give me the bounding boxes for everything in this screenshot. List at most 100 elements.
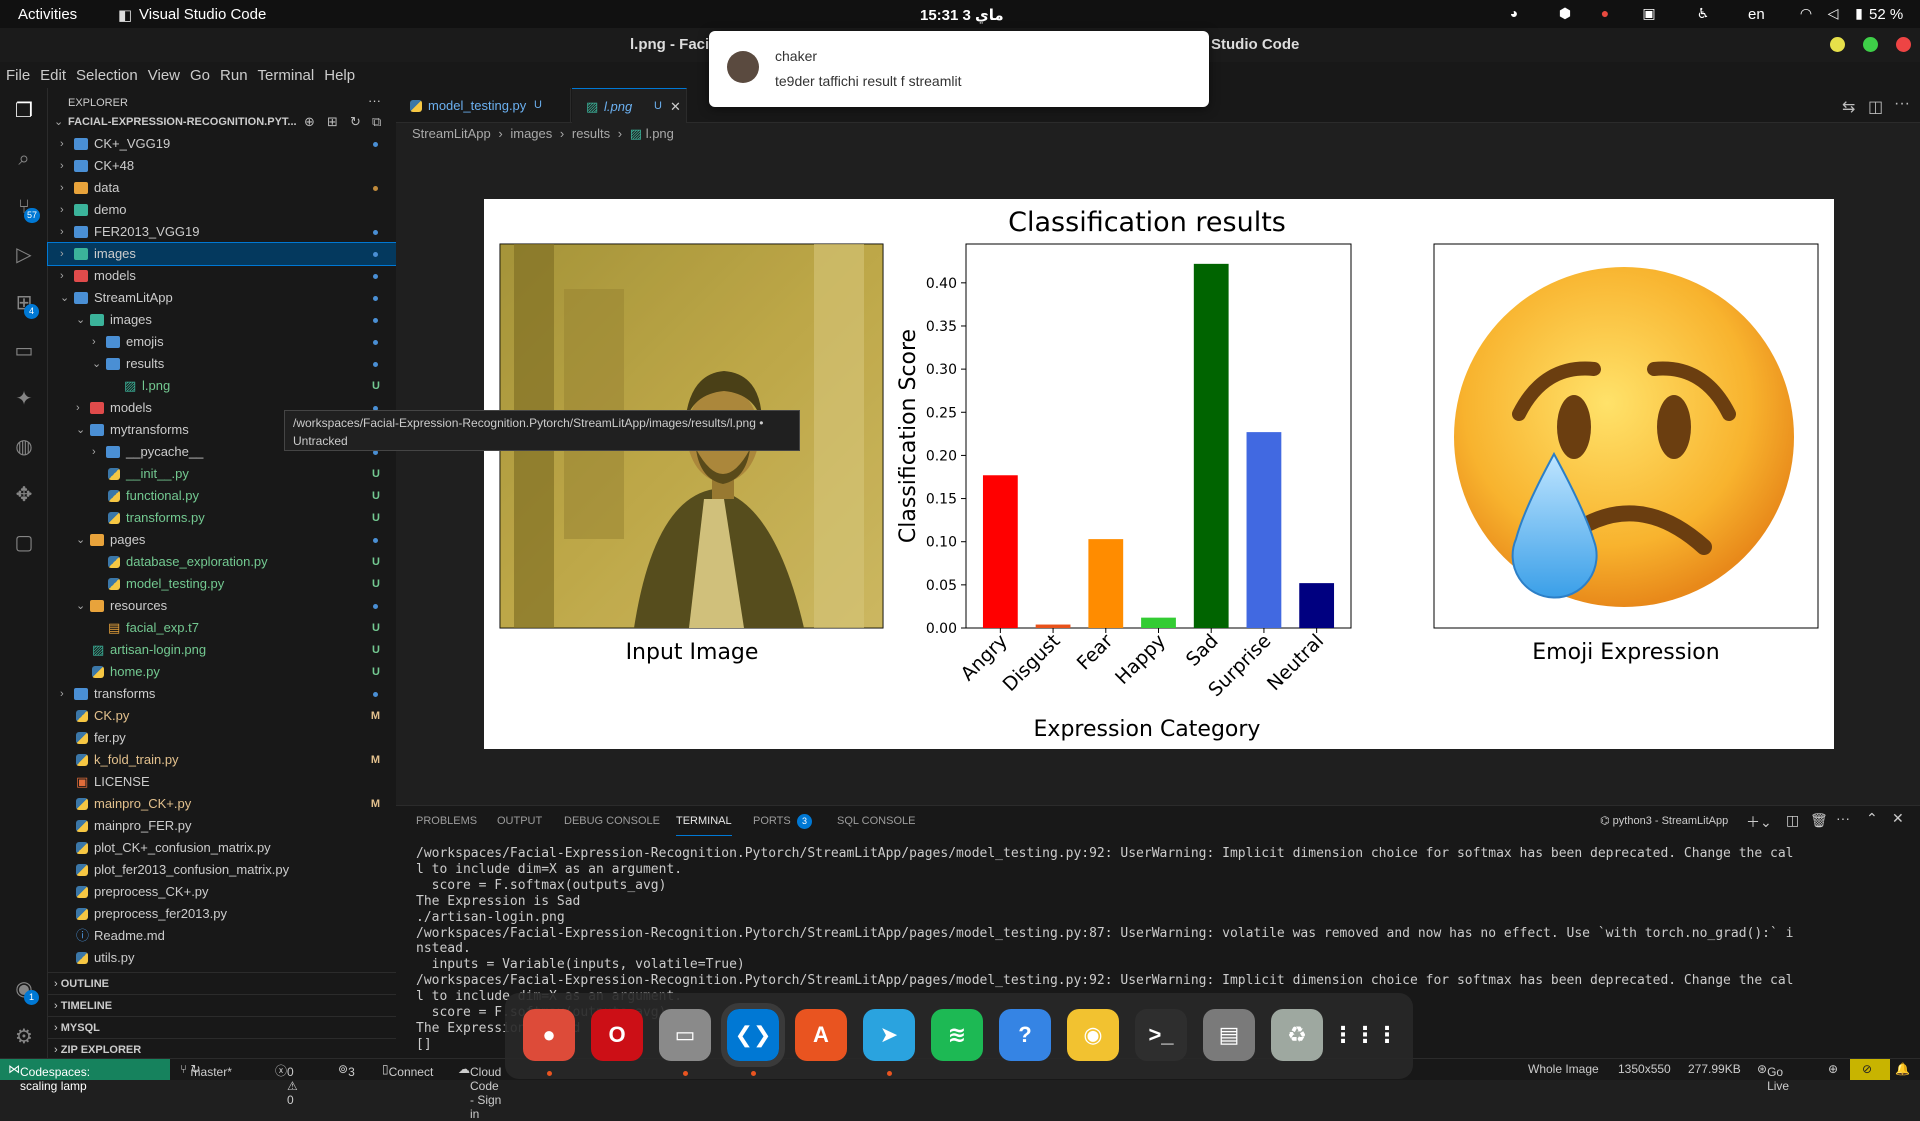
tree-item[interactable]: ⌄ pages	[48, 529, 396, 551]
keyboard-layout[interactable]: en	[1748, 6, 1765, 23]
telegram-icon[interactable]: ➤	[863, 1009, 915, 1061]
zoom-mode[interactable]: Whole Image	[1528, 1062, 1599, 1076]
tree-item[interactable]: ▣ LICENSE	[48, 771, 396, 793]
remote-explorer-icon[interactable]: ▭	[12, 339, 36, 363]
menu-edit[interactable]: Edit	[34, 62, 70, 84]
tab-problems[interactable]: PROBLEMS	[416, 806, 477, 836]
disks-icon[interactable]: ▤	[1203, 1009, 1255, 1061]
menu-go[interactable]: Go	[184, 62, 214, 84]
cloud-code-indicator[interactable]: ☁ Cloud Code - Sign in	[458, 1062, 501, 1121]
breadcrumb-item[interactable]: images	[510, 126, 552, 141]
panel-more-icon[interactable]: ···	[1836, 810, 1850, 826]
menu-selection[interactable]: Selection	[70, 62, 142, 84]
tree-item[interactable]: plot_fer2013_confusion_matrix.py	[48, 859, 396, 881]
show-apps-icon[interactable]: ⋮⋮⋮	[1332, 1009, 1398, 1061]
explorer-more-icon[interactable]: ···	[368, 93, 381, 108]
split-terminal-icon[interactable]: ◫	[1786, 812, 1799, 829]
tray-icon-2[interactable]: ⬢	[1556, 4, 1574, 22]
tree-item[interactable]: transforms.py U	[48, 507, 396, 529]
remote-indicator[interactable]: ⋈ Codespaces: scaling lamp	[8, 1062, 90, 1093]
ports-indicator[interactable]: ⊚ 3	[338, 1062, 355, 1079]
tray-icon-1[interactable]: ◕	[1505, 4, 1523, 22]
menu-file[interactable]: File	[0, 62, 34, 84]
tab-terminal[interactable]: TERMINAL	[676, 806, 732, 836]
settings-gear-icon[interactable]: ⚙	[12, 1025, 36, 1049]
explorer-icon[interactable]: ❐	[12, 99, 36, 123]
split-editor-icon[interactable]: ◫	[1868, 97, 1883, 117]
branch-indicator[interactable]: ⑂ master* ↻	[180, 1062, 232, 1079]
tree-item[interactable]: database_exploration.py U	[48, 551, 396, 573]
tree-item[interactable]: ⓘ Readme.md	[48, 925, 396, 947]
tree-item[interactable]: ▨ artisan-login.png U	[48, 639, 396, 661]
wifi-icon[interactable]: ◠	[1797, 4, 1815, 22]
battery-icon[interactable]: ▮	[1850, 4, 1868, 22]
chat-notification[interactable]: chaker te9der taffichi result f streamli…	[709, 31, 1209, 107]
files-icon[interactable]: ▭	[659, 1009, 711, 1061]
terminal-icon[interactable]: >_	[1135, 1009, 1187, 1061]
new-terminal-icon[interactable]: ＋⌄	[1746, 812, 1772, 832]
trash-icon[interactable]: ♻	[1271, 1009, 1323, 1061]
breadcrumb-item[interactable]: results	[572, 126, 610, 141]
chrome-icon[interactable]: ●	[523, 1009, 575, 1061]
tree-item[interactable]: ⌄ results	[48, 353, 396, 375]
tree-item[interactable]: plot_CK+_confusion_matrix.py	[48, 837, 396, 859]
run-debug-icon[interactable]: ▷	[12, 243, 36, 267]
clock[interactable]: 15:31 3 ماي	[920, 6, 1004, 24]
tab-sql-console[interactable]: SQL CONSOLE	[837, 806, 915, 836]
tree-item[interactable]: ⌄ StreamLitApp	[48, 287, 396, 309]
rhythmbox-icon[interactable]: ◉	[1067, 1009, 1119, 1061]
go-live-button[interactable]: ⊛ Go Live	[1757, 1062, 1789, 1093]
tree-item[interactable]: mainpro_CK+.py M	[48, 793, 396, 815]
copilot-status-icon[interactable]: ⊕	[1828, 1062, 1838, 1076]
breadcrumb-item[interactable]: StreamLitApp	[412, 126, 491, 141]
terminal-instance[interactable]: ⌬ python3 - StreamLitApp	[1600, 806, 1728, 836]
tab-model-testing[interactable]: model_testing.py U	[396, 88, 571, 123]
editor-more-icon[interactable]: ···	[1894, 95, 1910, 113]
menu-help[interactable]: Help	[318, 62, 359, 84]
search-icon[interactable]: ⌕	[12, 147, 36, 171]
kill-terminal-icon[interactable]: 🗑	[1810, 812, 1828, 829]
section-timeline[interactable]: › TIMELINE	[48, 994, 396, 1016]
tree-item[interactable]: preprocess_CK+.py	[48, 881, 396, 903]
menu-terminal[interactable]: Terminal	[252, 62, 319, 84]
tray-icon-3[interactable]: ●	[1596, 4, 1614, 22]
tree-item[interactable]: home.py U	[48, 661, 396, 683]
tree-item[interactable]: fer.py	[48, 727, 396, 749]
tab-l-png[interactable]: ▨ l.png U ✕	[572, 88, 687, 124]
clipboard-icon[interactable]: ▣	[1640, 4, 1658, 22]
refresh-icon[interactable]: ↻	[350, 111, 361, 133]
workspace-root[interactable]: ⌄ FACIAL-EXPRESSION-RECOGNITION.PYT... ⊕…	[48, 111, 396, 133]
close-tab-icon[interactable]: ✕	[670, 89, 681, 124]
close-panel-icon[interactable]: ✕	[1892, 810, 1904, 827]
tab-output[interactable]: OUTPUT	[497, 806, 542, 836]
accessibility-icon[interactable]: ♿	[1694, 4, 1712, 22]
tree-item[interactable]: CK.py M	[48, 705, 396, 727]
minimize-button[interactable]	[1830, 37, 1845, 52]
tree-item[interactable]: k_fold_train.py M	[48, 749, 396, 771]
new-file-icon[interactable]: ⊕	[304, 111, 315, 133]
tree-item[interactable]: › CK+48	[48, 155, 396, 177]
breadcrumb-item[interactable]: l.png	[646, 126, 674, 141]
tree-item[interactable]: functional.py U	[48, 485, 396, 507]
volume-icon[interactable]: ◁	[1824, 4, 1842, 22]
tree-item[interactable]: utils.py	[48, 947, 396, 969]
help-icon[interactable]: ?	[999, 1009, 1051, 1061]
problems-indicator[interactable]: ⓧ 0 ⚠ 0	[275, 1062, 298, 1107]
maximize-button[interactable]	[1863, 37, 1878, 52]
menu-run[interactable]: Run	[214, 62, 252, 84]
tree-item[interactable]: › CK+_VGG19	[48, 133, 396, 155]
section-outline[interactable]: › OUTLINE	[48, 972, 396, 994]
tree-item[interactable]: preprocess_fer2013.py	[48, 903, 396, 925]
section-zip-explorer[interactable]: › ZIP EXPLORER	[48, 1038, 396, 1060]
tree-item[interactable]: › emojis	[48, 331, 396, 353]
tree-item[interactable]: __init__.py U	[48, 463, 396, 485]
tree-item[interactable]: ▤ facial_exp.t7 U	[48, 617, 396, 639]
tree-item[interactable]: ⌄ resources	[48, 595, 396, 617]
opera-icon[interactable]: O	[591, 1009, 643, 1061]
connect-indicator[interactable]: ▯ Connect	[382, 1062, 433, 1079]
tree-item[interactable]: › transforms	[48, 683, 396, 705]
focused-app-name[interactable]: Visual Studio Code	[139, 6, 266, 23]
activities-button[interactable]: Activities	[18, 6, 77, 23]
collapse-all-icon[interactable]: ⧉	[372, 111, 381, 133]
tree-item[interactable]: › models	[48, 265, 396, 287]
